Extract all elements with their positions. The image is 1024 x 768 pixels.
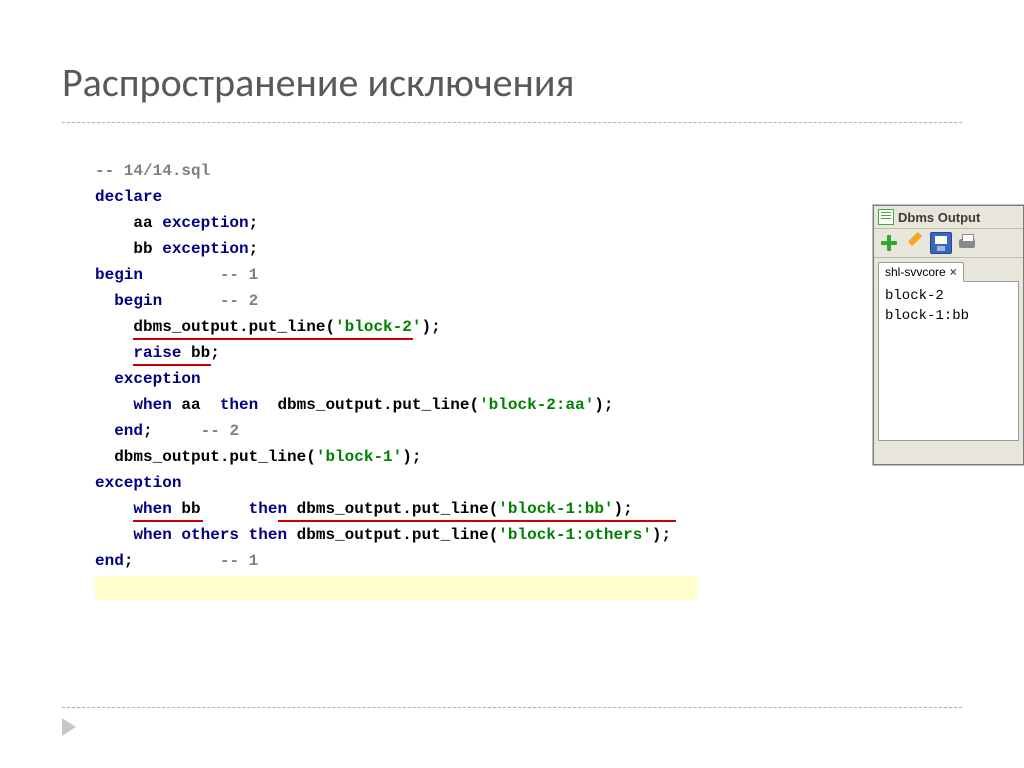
add-icon[interactable] (878, 232, 900, 254)
panel-title-text: Dbms Output (898, 210, 980, 225)
title-divider (62, 122, 962, 123)
save-icon[interactable] (930, 232, 952, 254)
panel-header: Dbms Output (874, 206, 1023, 229)
slide-title: Распространение исключения (62, 58, 574, 107)
edit-icon[interactable] (904, 232, 926, 254)
code-highlight-bg (95, 576, 697, 600)
panel-toolbar (874, 229, 1023, 258)
print-icon[interactable] (956, 232, 978, 254)
dbms-output-panel: Dbms Output shl-svvcore × block-2 block-… (873, 205, 1024, 465)
tab-row: shl-svvcore × (874, 258, 1023, 281)
document-icon (878, 209, 894, 225)
bottom-divider (62, 707, 962, 708)
tab-label: shl-svvcore (885, 265, 946, 279)
code-block: -- 14/14.sql declare aa exception; bb ex… (95, 158, 685, 574)
slide: Распространение исключения -- 14/14.sql … (0, 0, 1024, 768)
arrow-decoration-icon (62, 718, 76, 736)
output-content: block-2 block-1:bb (878, 281, 1019, 441)
close-icon[interactable]: × (950, 265, 957, 279)
connection-tab[interactable]: shl-svvcore × (878, 262, 964, 282)
